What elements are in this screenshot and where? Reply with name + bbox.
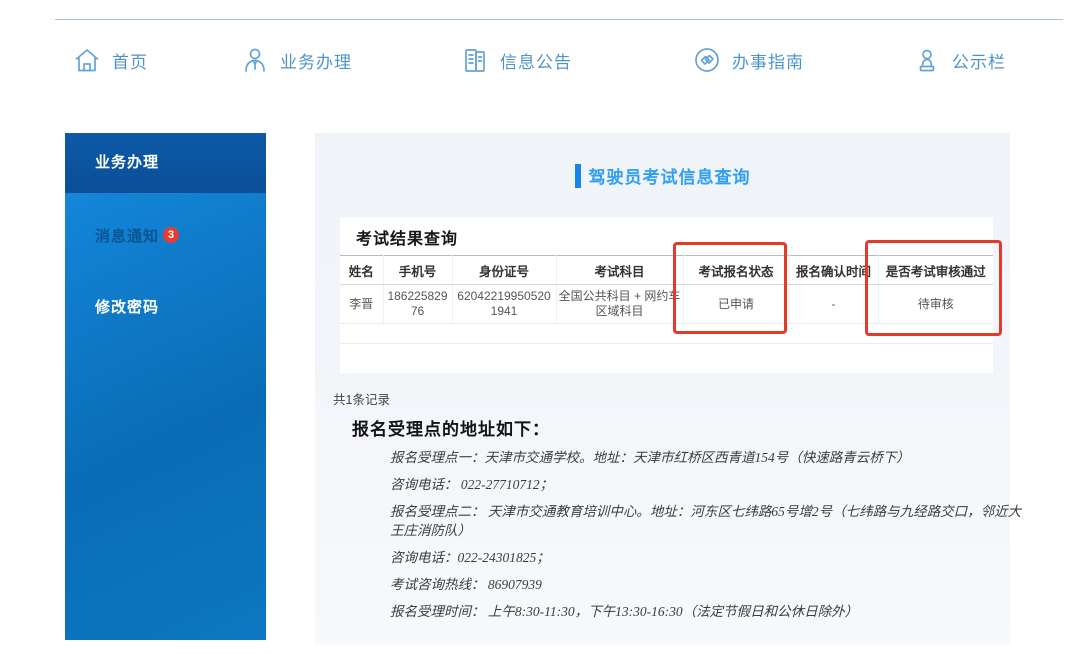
col-name: 姓名 [340, 256, 383, 285]
top-divider [55, 19, 1063, 20]
address-list: 报名受理点一：天津市交通学校。地址：天津市红桥区西青道154号（快速路青云桥下）… [390, 448, 1022, 629]
record-count: 共1条记录 [333, 389, 390, 408]
cell-registration-status: 已申请 [683, 285, 789, 324]
address-line: 咨询电话：022-24301825； [390, 548, 1022, 567]
table-row[interactable]: 李晋 18622582976 620422199505201941 全国公共科目… [340, 285, 993, 324]
cell-name: 李晋 [340, 285, 383, 324]
cell-phone: 18622582976 [383, 285, 452, 324]
cell-confirm-time: - [789, 285, 878, 324]
col-confirm-time: 报名确认时间 [789, 256, 878, 285]
nav-item-label: 首页 [112, 48, 148, 73]
address-line: 报名受理时间： 上午8:30-11:30，下午13:30-16:30（法定节假日… [390, 602, 1022, 621]
nav-item-label: 办事指南 [732, 48, 804, 73]
nav-item-announcements[interactable]: 信息公告 [460, 42, 572, 78]
col-registration-status: 考试报名状态 [683, 256, 789, 285]
results-card: 考试结果查询 姓名 手机号 身份证号 考试科目 考试报名状态 报名确认时间 是否… [340, 217, 993, 373]
page: 首页 业务办理 信息公告 [0, 0, 1088, 658]
sidebar-item-notifications[interactable]: 消息通知3 [65, 193, 266, 246]
title-accent-bar [575, 164, 581, 188]
sidebar-item-change-password[interactable]: 修改密码 [65, 246, 266, 317]
notification-badge: 3 [163, 227, 179, 243]
sidebar-item-label: 消息通知 [95, 228, 159, 245]
nav-item-guide[interactable]: 办事指南 [692, 42, 804, 78]
person-board-icon [912, 45, 942, 75]
address-line: 考试咨询热线： 86907939 [390, 575, 1022, 594]
nav-item-label: 信息公告 [500, 48, 572, 73]
cell-exam-subject: 全国公共科目 + 网约车区域科目 [556, 285, 683, 324]
table-empty-row [340, 324, 993, 344]
cell-id-number: 620422199505201941 [452, 285, 556, 324]
sidebar-body: 消息通知3 修改密码 [65, 193, 266, 640]
section-title: 考试结果查询 [356, 225, 993, 249]
user-icon [240, 45, 270, 75]
address-line: 咨询电话： 022-27710712； [390, 475, 1022, 494]
nav-item-public-board[interactable]: 公示栏 [912, 42, 1006, 78]
cell-review-passed: 待审核 [878, 285, 993, 324]
results-table: 姓名 手机号 身份证号 考试科目 考试报名状态 报名确认时间 是否考试审核通过 … [340, 255, 993, 344]
table-header-row: 姓名 手机号 身份证号 考试科目 考试报名状态 报名确认时间 是否考试审核通过 [340, 256, 993, 285]
address-heading: 报名受理点的地址如下： [352, 415, 550, 440]
top-navigation: 首页 业务办理 信息公告 [0, 42, 1088, 78]
col-id-number: 身份证号 [452, 256, 556, 285]
page-title: 驾驶员考试信息查询 [315, 163, 1010, 188]
sidebar-item-label: 修改密码 [95, 299, 159, 316]
col-exam-subject: 考试科目 [556, 256, 683, 285]
address-line: 报名受理点一：天津市交通学校。地址：天津市红桥区西青道154号（快速路青云桥下） [390, 448, 1022, 467]
handshake-icon [692, 45, 722, 75]
col-review-passed: 是否考试审核通过 [878, 256, 993, 285]
sidebar: 业务办理 消息通知3 修改密码 [65, 133, 266, 640]
col-phone: 手机号 [383, 256, 452, 285]
home-icon [72, 45, 102, 75]
nav-item-label: 业务办理 [280, 48, 352, 73]
page-title-text: 驾驶员考试信息查询 [589, 163, 751, 188]
nav-item-label: 公示栏 [952, 48, 1006, 73]
main-panel: 驾驶员考试信息查询 考试结果查询 姓名 手机号 身份证号 考试科目 考试报名状态… [315, 133, 1010, 645]
sidebar-header: 业务办理 [65, 133, 266, 193]
address-line: 报名受理点二： 天津市交通教育培训中心。地址：河东区七纬路65号增2号（七纬路与… [390, 502, 1022, 540]
bulletin-icon [460, 45, 490, 75]
nav-item-business[interactable]: 业务办理 [240, 42, 352, 78]
nav-item-home[interactable]: 首页 [72, 42, 148, 78]
